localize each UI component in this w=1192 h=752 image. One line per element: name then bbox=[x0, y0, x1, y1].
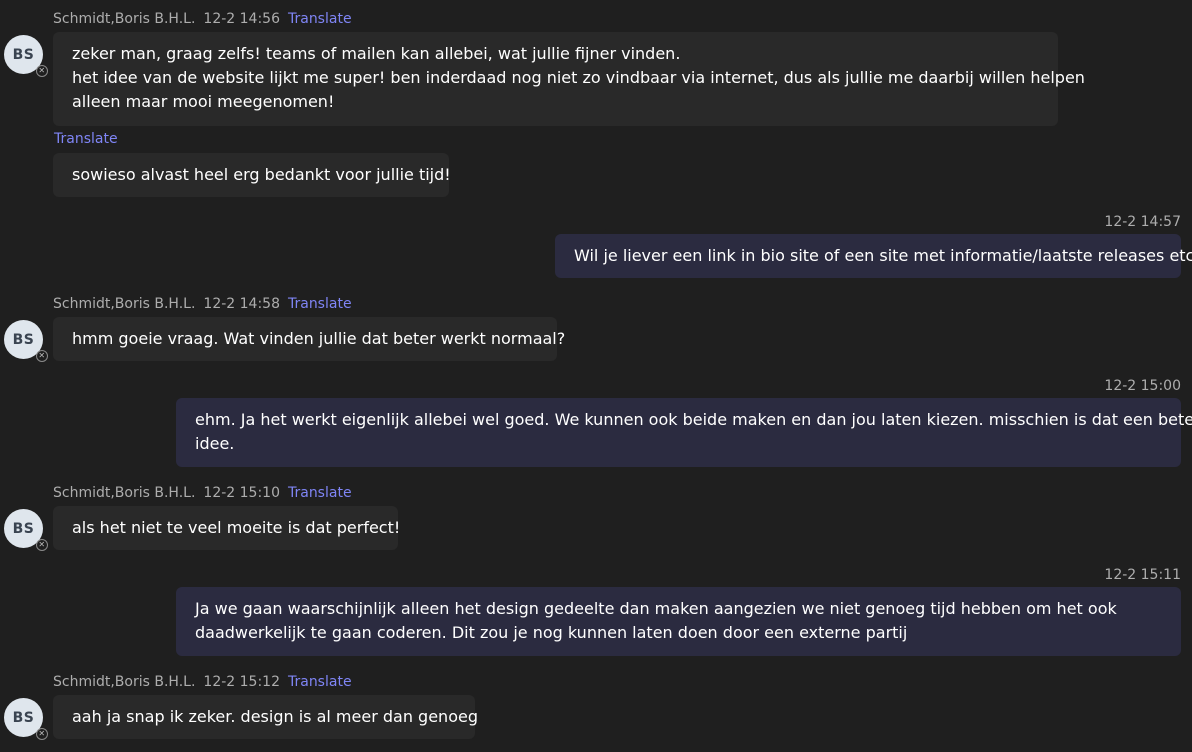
avatar[interactable]: BS ✕ bbox=[4, 35, 48, 77]
message-text: daadwerkelijk te gaan coderen. Dit zou j… bbox=[195, 623, 908, 642]
message-text: het idee van de website lijkt me super! … bbox=[72, 68, 1085, 87]
translate-link[interactable]: Translate bbox=[54, 130, 118, 148]
sender-name: Schmidt,Boris B.H.L. bbox=[53, 674, 196, 690]
translate-link[interactable]: Translate bbox=[288, 674, 352, 690]
message-text: Wil je liever een link in bio site of ee… bbox=[574, 246, 1192, 265]
message-text: aah ja snap ik zeker. design is al meer … bbox=[72, 707, 478, 726]
avatar[interactable]: BS ✕ bbox=[4, 698, 48, 740]
message-timestamp: 12-2 14:58 bbox=[203, 296, 280, 312]
message-text: idee. bbox=[195, 434, 235, 453]
message-text: ehm. Ja het werkt eigenlijk allebei wel … bbox=[195, 410, 1192, 429]
message-text: alleen maar mooi meegenomen! bbox=[72, 92, 335, 111]
message-text: Ja we gaan waarschijnlijk alleen het des… bbox=[195, 599, 1117, 618]
message-bubble[interactable]: hmm goeie vraag. Wat vinden jullie dat b… bbox=[53, 317, 566, 361]
offline-x-icon: ✕ bbox=[36, 350, 48, 362]
message-text: sowieso alvast heel erg bedankt voor jul… bbox=[72, 165, 451, 184]
message-text: als het niet te veel moeite is dat perfe… bbox=[72, 518, 401, 537]
avatar-initials: BS bbox=[12, 520, 35, 537]
message-timestamp: 12-2 14:56 bbox=[203, 11, 280, 27]
message-bubble[interactable]: Wil je liever een link in bio site of ee… bbox=[555, 234, 1192, 278]
message-bubble[interactable]: Ja we gaan waarschijnlijk alleen het des… bbox=[176, 587, 1181, 656]
message-header: Schmidt,Boris B.H.L. 12-2 14:56 Translate bbox=[53, 10, 352, 28]
sender-name: Schmidt,Boris B.H.L. bbox=[53, 485, 196, 501]
avatar-initials: BS bbox=[12, 331, 35, 348]
message-timestamp: 12-2 15:10 bbox=[203, 485, 280, 501]
avatar[interactable]: BS ✕ bbox=[4, 509, 48, 551]
message-bubble[interactable]: aah ja snap ik zeker. design is al meer … bbox=[53, 695, 478, 739]
offline-x-icon: ✕ bbox=[36, 539, 48, 551]
translate-link[interactable]: Translate bbox=[288, 296, 352, 312]
message-timestamp: 12-2 14:57 bbox=[1104, 214, 1181, 230]
message-bubble[interactable]: ehm. Ja het werkt eigenlijk allebei wel … bbox=[176, 398, 1192, 467]
avatar[interactable]: BS ✕ bbox=[4, 320, 48, 362]
sender-name: Schmidt,Boris B.H.L. bbox=[53, 296, 196, 312]
avatar-initials: BS bbox=[12, 709, 35, 726]
sender-name: Schmidt,Boris B.H.L. bbox=[53, 11, 196, 27]
message-bubble[interactable]: sowieso alvast heel erg bedankt voor jul… bbox=[53, 153, 451, 197]
offline-x-icon: ✕ bbox=[36, 65, 48, 77]
chat-thread: Schmidt,Boris B.H.L. 12-2 14:56 Translate … bbox=[0, 0, 1192, 752]
translate-link[interactable]: Translate bbox=[288, 11, 352, 27]
message-header: Schmidt,Boris B.H.L. 12-2 15:12 Translate bbox=[53, 673, 352, 691]
message-timestamp: 12-2 15:12 bbox=[203, 674, 280, 690]
message-header: Schmidt,Boris B.H.L. 12-2 15:10 Translate bbox=[53, 484, 352, 502]
message-timestamp: 12-2 15:00 bbox=[1104, 378, 1181, 394]
translate-link[interactable]: Translate bbox=[288, 485, 352, 501]
message-bubble[interactable]: als het niet te veel moeite is dat perfe… bbox=[53, 506, 401, 550]
message-timestamp: 12-2 15:11 bbox=[1104, 567, 1181, 583]
message-bubble[interactable]: zeker man, graag zelfs! teams of mailen … bbox=[53, 32, 1085, 126]
message-header: Schmidt,Boris B.H.L. 12-2 14:58 Translate bbox=[53, 295, 352, 313]
offline-x-icon: ✕ bbox=[36, 728, 48, 740]
message-text: hmm goeie vraag. Wat vinden jullie dat b… bbox=[72, 329, 566, 348]
message-text: zeker man, graag zelfs! teams of mailen … bbox=[72, 44, 681, 63]
avatar-initials: BS bbox=[12, 46, 35, 63]
